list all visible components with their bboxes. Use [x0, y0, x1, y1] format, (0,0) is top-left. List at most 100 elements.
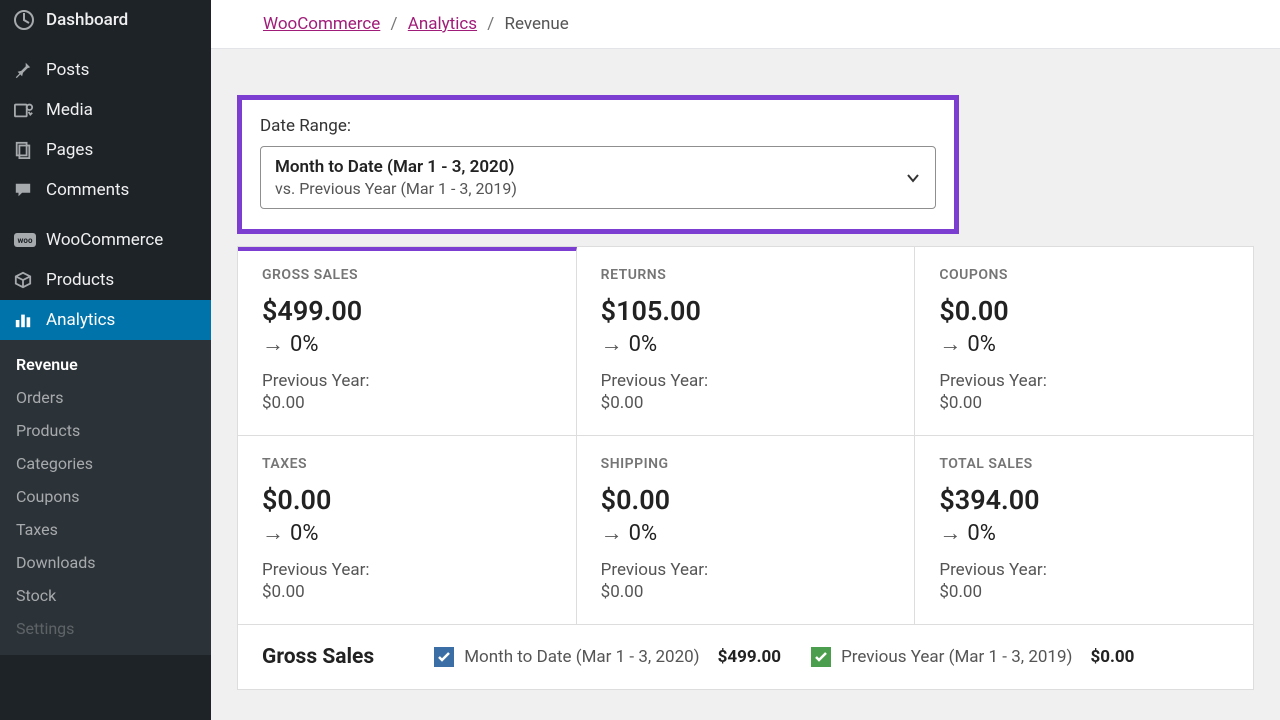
- arrow-right-icon: →: [262, 331, 284, 357]
- chevron-down-icon: [905, 170, 921, 186]
- sidebar-item-products[interactable]: Products: [0, 260, 211, 300]
- legend-label: Month to Date (Mar 1 - 3, 2020): [464, 647, 699, 667]
- card-prev-label: Previous Year:: [939, 560, 1229, 580]
- checkbox-checked-icon: [811, 647, 831, 667]
- card-gross-sales[interactable]: Gross Sales $499.00 →0% Previous Year: $…: [238, 247, 577, 436]
- sidebar-label: Pages: [46, 140, 93, 160]
- date-range-highlight: Date Range: Month to Date (Mar 1 - 3, 20…: [237, 95, 959, 234]
- legend-item-previous[interactable]: Previous Year (Mar 1 - 3, 2019) $0.00: [811, 647, 1134, 667]
- card-coupons[interactable]: Coupons $0.00 →0% Previous Year: $0.00: [915, 247, 1253, 436]
- sidebar-item-posts[interactable]: Posts: [0, 50, 211, 90]
- card-change: →0%: [601, 331, 891, 357]
- sidebar-label: Products: [46, 270, 114, 290]
- card-value: $0.00: [262, 484, 552, 516]
- sub-item-products[interactable]: Products: [0, 414, 211, 447]
- card-value: $0.00: [601, 484, 891, 516]
- arrow-right-icon: →: [939, 331, 961, 357]
- sub-item-coupons[interactable]: Coupons: [0, 480, 211, 513]
- media-icon: [14, 101, 36, 119]
- top-bar: WooCommerce / Analytics / Revenue: [211, 0, 1280, 49]
- sub-item-categories[interactable]: Categories: [0, 447, 211, 480]
- chart-legend: Gross Sales Month to Date (Mar 1 - 3, 20…: [238, 625, 1253, 689]
- arrow-right-icon: →: [262, 520, 284, 546]
- card-change: →0%: [262, 520, 552, 546]
- box-icon: [14, 271, 36, 289]
- legend-title: Gross Sales: [262, 645, 374, 669]
- card-value: $105.00: [601, 295, 891, 327]
- main-content: WooCommerce / Analytics / Revenue Date R…: [211, 0, 1280, 720]
- pin-icon: [14, 61, 36, 79]
- content: Date Range: Month to Date (Mar 1 - 3, 20…: [211, 49, 1280, 720]
- card-prev-value: $0.00: [939, 582, 1229, 602]
- sub-item-revenue[interactable]: Revenue: [0, 348, 211, 381]
- card-title: Coupons: [939, 267, 1229, 283]
- sidebar-label: Comments: [46, 180, 129, 200]
- legend-item-current[interactable]: Month to Date (Mar 1 - 3, 2020) $499.00: [434, 647, 781, 667]
- sub-item-orders[interactable]: Orders: [0, 381, 211, 414]
- card-prev-value: $0.00: [262, 393, 552, 413]
- card-total-sales[interactable]: Total Sales $394.00 →0% Previous Year: $…: [915, 436, 1253, 625]
- analytics-submenu: Revenue Orders Products Categories Coupo…: [0, 340, 211, 655]
- sidebar-item-dashboard[interactable]: Dashboard: [0, 0, 211, 40]
- date-range-sub: vs. Previous Year (Mar 1 - 3, 2019): [275, 179, 517, 198]
- checkbox-checked-icon: [434, 647, 454, 667]
- breadcrumb-woocommerce[interactable]: WooCommerce: [263, 14, 380, 34]
- sidebar-item-media[interactable]: Media: [0, 90, 211, 130]
- card-title: Taxes: [262, 456, 552, 472]
- breadcrumb-current: Revenue: [505, 14, 569, 34]
- woo-icon: woo: [14, 232, 36, 248]
- sidebar-item-comments[interactable]: Comments: [0, 170, 211, 210]
- sub-item-stock[interactable]: Stock: [0, 579, 211, 612]
- card-prev-value: $0.00: [939, 393, 1229, 413]
- arrow-right-icon: →: [601, 331, 623, 357]
- sidebar-label: WooCommerce: [46, 230, 163, 250]
- card-prev-value: $0.00: [601, 393, 891, 413]
- sidebar-item-woocommerce[interactable]: woo WooCommerce: [0, 220, 211, 260]
- sidebar-item-pages[interactable]: Pages: [0, 130, 211, 170]
- comment-icon: [14, 181, 36, 199]
- card-value: $394.00: [939, 484, 1229, 516]
- card-change: →0%: [262, 331, 552, 357]
- admin-sidebar: Dashboard Posts Media Pages Comments woo…: [0, 0, 211, 720]
- date-range-label: Date Range:: [260, 116, 936, 136]
- sidebar-label: Analytics: [46, 310, 115, 330]
- card-prev-value: $0.00: [262, 582, 552, 602]
- card-taxes[interactable]: Taxes $0.00 →0% Previous Year: $0.00: [238, 436, 577, 625]
- sidebar-item-analytics[interactable]: Analytics: [0, 300, 211, 340]
- card-value: $0.00: [939, 295, 1229, 327]
- sub-item-settings[interactable]: Settings: [0, 612, 211, 645]
- card-change: →0%: [939, 520, 1229, 546]
- card-prev-label: Previous Year:: [601, 560, 891, 580]
- legend-label: Previous Year (Mar 1 - 3, 2019): [841, 647, 1072, 667]
- card-value: $499.00: [262, 295, 552, 327]
- card-shipping[interactable]: Shipping $0.00 →0% Previous Year: $0.00: [577, 436, 916, 625]
- date-range-select[interactable]: Month to Date (Mar 1 - 3, 2020) vs. Prev…: [260, 146, 936, 209]
- card-title: Total Sales: [939, 456, 1229, 472]
- sidebar-label: Dashboard: [46, 10, 128, 30]
- pages-icon: [14, 141, 36, 159]
- sub-item-downloads[interactable]: Downloads: [0, 546, 211, 579]
- breadcrumb-analytics[interactable]: Analytics: [408, 14, 477, 34]
- arrow-right-icon: →: [939, 520, 961, 546]
- legend-value: $0.00: [1090, 647, 1134, 667]
- card-prev-label: Previous Year:: [262, 560, 552, 580]
- sub-item-taxes[interactable]: Taxes: [0, 513, 211, 546]
- card-returns[interactable]: Returns $105.00 →0% Previous Year: $0.00: [577, 247, 916, 436]
- dashboard-icon: [14, 10, 36, 30]
- sidebar-label: Media: [46, 100, 93, 120]
- card-prev-label: Previous Year:: [601, 371, 891, 391]
- card-change: →0%: [939, 331, 1229, 357]
- svg-text:woo: woo: [18, 236, 33, 245]
- chart-icon: [14, 311, 36, 329]
- card-title: Returns: [601, 267, 891, 283]
- card-prev-label: Previous Year:: [939, 371, 1229, 391]
- card-change: →0%: [601, 520, 891, 546]
- card-title: Gross Sales: [262, 267, 552, 283]
- date-range-main: Month to Date (Mar 1 - 3, 2020): [275, 157, 517, 177]
- card-title: Shipping: [601, 456, 891, 472]
- legend-value: $499.00: [718, 647, 781, 667]
- breadcrumb: WooCommerce / Analytics / Revenue: [263, 14, 1228, 34]
- card-prev-value: $0.00: [601, 582, 891, 602]
- card-prev-label: Previous Year:: [262, 371, 552, 391]
- summary-cards: Gross Sales $499.00 →0% Previous Year: $…: [237, 246, 1254, 690]
